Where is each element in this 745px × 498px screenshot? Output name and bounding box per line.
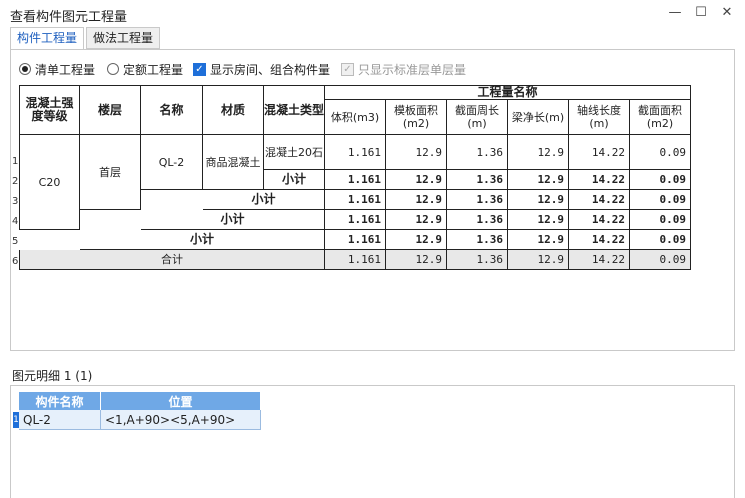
header-grade[interactable]: 混凝土强度等级: [19, 85, 80, 135]
cell-formwork[interactable]: 12.9: [386, 230, 447, 250]
close-icon[interactable]: ✕: [716, 4, 738, 22]
window-title: 查看构件图元工程量: [10, 10, 128, 25]
header-volume[interactable]: 体积(m3): [325, 100, 386, 135]
cell-axis-len[interactable]: 14.22: [569, 135, 630, 170]
cell-axis-len[interactable]: 14.22: [569, 210, 630, 230]
radio-list-quantity[interactable]: 清单工程量: [19, 60, 95, 78]
row-number[interactable]: 3: [12, 196, 18, 207]
detail-panel: 构件名称 位置 1 QL-2 <1,A+90><5,A+90>: [10, 385, 735, 498]
header-formwork[interactable]: 模板面积(m2): [386, 100, 447, 135]
radio-off-icon: [107, 63, 119, 75]
detail-label: 图元明细 1 (1): [12, 369, 93, 383]
cell-volume[interactable]: 1.161: [325, 170, 386, 190]
cell-perimeter[interactable]: 1.36: [447, 170, 508, 190]
cell-beam-len[interactable]: 12.9: [508, 190, 569, 210]
tab-component-quantity[interactable]: 构件工程量: [10, 27, 84, 50]
detail-cell-component[interactable]: QL-2: [19, 410, 101, 430]
header-material[interactable]: 材质: [203, 85, 264, 135]
maximize-icon[interactable]: ☐: [690, 4, 712, 22]
row-number[interactable]: 1: [12, 156, 18, 167]
radio-quota-label: 定额工程量: [123, 62, 184, 77]
cell-subtotal-floor[interactable]: 小计: [80, 230, 325, 250]
cell-grade[interactable]: C20: [19, 135, 80, 230]
checkbox-show-rooms[interactable]: ✓ 显示房间、组合构件量: [193, 60, 330, 78]
cell-section-area[interactable]: 0.09: [630, 135, 691, 170]
cell-subtotal-type[interactable]: 小计: [264, 170, 325, 190]
cell-perimeter[interactable]: 1.36: [447, 250, 508, 270]
row-number[interactable]: 5: [12, 236, 18, 247]
detail-cell-position[interactable]: <1,A+90><5,A+90>: [101, 410, 261, 430]
cell-perimeter[interactable]: 1.36: [447, 135, 508, 170]
header-section-area[interactable]: 截面面积(m2): [630, 100, 691, 135]
cell-perimeter[interactable]: 1.36: [447, 230, 508, 250]
row-number[interactable]: 2: [12, 176, 18, 187]
cell-formwork[interactable]: 12.9: [386, 170, 447, 190]
header-name[interactable]: 名称: [141, 85, 203, 135]
cell-volume[interactable]: 1.161: [325, 210, 386, 230]
cell-section-area[interactable]: 0.09: [630, 230, 691, 250]
cell-subtotal-material[interactable]: 小计: [203, 190, 325, 210]
cell-section-area[interactable]: 0.09: [630, 190, 691, 210]
header-beam-len[interactable]: 梁净长(m): [508, 100, 569, 135]
tab-method-quantity[interactable]: 做法工程量: [86, 27, 160, 49]
detail-header-position[interactable]: 位置: [101, 392, 261, 410]
checkbox-show-rooms-label: 显示房间、组合构件量: [210, 62, 331, 77]
checkmark-disabled-icon: ✓: [341, 62, 354, 76]
radio-quota-quantity[interactable]: 定额工程量: [107, 60, 183, 78]
header-concrete-type[interactable]: 混凝土类型: [264, 85, 325, 135]
cell-formwork[interactable]: 12.9: [386, 210, 447, 230]
cell-section-area[interactable]: 0.09: [630, 210, 691, 230]
quantity-panel: 清单工程量 定额工程量 ✓ 显示房间、组合构件量 ✓ 只显示标准层单层量 混凝土…: [10, 49, 735, 351]
radio-list-label: 清单工程量: [35, 62, 96, 77]
cell-total[interactable]: 合计: [19, 250, 325, 270]
cell-material[interactable]: 商品混凝土: [203, 135, 264, 190]
header-axis-len[interactable]: 轴线长度(m): [569, 100, 630, 135]
cell-formwork[interactable]: 12.9: [386, 135, 447, 170]
cell-axis-len[interactable]: 14.22: [569, 170, 630, 190]
checkbox-std-floor[interactable]: ✓ 只显示标准层单层量: [341, 60, 466, 78]
cell-volume[interactable]: 1.161: [325, 135, 386, 170]
radio-on-icon: [19, 63, 31, 75]
cell-beam-len[interactable]: 12.9: [508, 230, 569, 250]
cell-axis-len[interactable]: 14.22: [569, 250, 630, 270]
cell-perimeter[interactable]: 1.36: [447, 210, 508, 230]
cell-section-area[interactable]: 0.09: [630, 170, 691, 190]
cell-beam-len[interactable]: 12.9: [508, 250, 569, 270]
cell-volume[interactable]: 1.161: [325, 250, 386, 270]
row-number[interactable]: 6: [12, 256, 18, 267]
cell-floor[interactable]: 首层: [80, 135, 141, 210]
header-perimeter[interactable]: 截面周长(m): [447, 100, 508, 135]
cell-beam-len[interactable]: 12.9: [508, 135, 569, 170]
cell-volume[interactable]: 1.161: [325, 190, 386, 210]
cell-beam-len[interactable]: 12.9: [508, 210, 569, 230]
cell-section-area[interactable]: 0.09: [630, 250, 691, 270]
cell-subtotal-name[interactable]: 小计: [141, 210, 325, 230]
cell-name[interactable]: QL-2: [141, 135, 203, 190]
detail-header-component[interactable]: 构件名称: [19, 392, 101, 410]
cell-axis-len[interactable]: 14.22: [569, 230, 630, 250]
cell-volume[interactable]: 1.161: [325, 230, 386, 250]
cell-formwork[interactable]: 12.9: [386, 250, 447, 270]
cell-beam-len[interactable]: 12.9: [508, 170, 569, 190]
cell-perimeter[interactable]: 1.36: [447, 190, 508, 210]
title-bar: 查看构件图元工程量 — ☐ ✕: [0, 0, 745, 26]
minimize-icon[interactable]: —: [664, 4, 686, 22]
header-quantity-group[interactable]: 工程量名称: [325, 85, 691, 100]
header-floor[interactable]: 楼层: [80, 85, 141, 135]
cell-axis-len[interactable]: 14.22: [569, 190, 630, 210]
cell-formwork[interactable]: 12.9: [386, 190, 447, 210]
checkbox-std-floor-label: 只显示标准层单层量: [358, 62, 467, 77]
cell-concrete-type[interactable]: 混凝土20石: [264, 135, 325, 170]
row-number[interactable]: 4: [12, 216, 18, 227]
checkmark-icon: ✓: [193, 62, 206, 76]
